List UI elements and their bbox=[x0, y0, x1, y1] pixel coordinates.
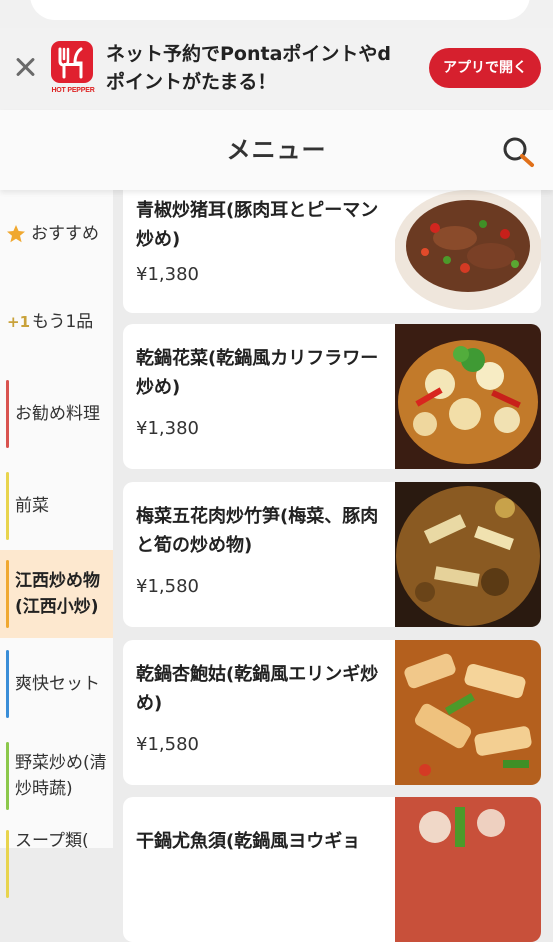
menu-item-card[interactable]: 梅菜五花肉炒竹笋(梅菜、豚肉と筍の炒め物) ¥1,580 bbox=[123, 482, 541, 627]
sidebar-item-jiangxi-stirfry[interactable]: 江西炒め物(江西小炒) bbox=[0, 550, 113, 638]
search-icon[interactable] bbox=[500, 134, 536, 170]
sidebar-item-label: スープ類( bbox=[15, 831, 89, 851]
sidebar-item-label: おすすめ bbox=[31, 224, 99, 244]
top-strip bbox=[0, 0, 553, 28]
sidebar-item-soup[interactable]: スープ類( bbox=[0, 820, 113, 908]
menu-item-name: 干鍋尤魚須(乾鍋風ヨウギョ bbox=[136, 831, 361, 852]
sidebar-item-label: 爽快セット bbox=[15, 674, 100, 694]
sidebar-item-vegetables[interactable]: 野菜炒め(清炒時蔬) bbox=[0, 732, 113, 820]
menu-item-name: 乾鍋杏鮑姑(乾鍋風エリンギ炒め) bbox=[136, 664, 379, 714]
app-banner: HOT PEPPER ネット予約でPontaポイントやdポイントがたまる！ アプ… bbox=[0, 28, 553, 110]
menu-item-name: 梅菜五花肉炒竹笋(梅菜、豚肉と筍の炒め物) bbox=[136, 506, 379, 556]
star-icon bbox=[7, 225, 25, 243]
menu-item-price: ¥1,580 bbox=[136, 576, 199, 597]
sidebar-item-recommended-dishes[interactable]: お勧め料理 bbox=[0, 370, 113, 458]
sidebar-item-appetizer[interactable]: 前菜 bbox=[0, 462, 113, 550]
page-title: メニュー bbox=[226, 136, 327, 164]
logo-text: HOT PEPPER bbox=[51, 87, 95, 94]
category-accent-bar bbox=[6, 560, 9, 628]
top-pill bbox=[30, 0, 530, 20]
menu-item-name: 青椒炒猪耳(豚肉耳とピーマン炒め) bbox=[136, 200, 379, 250]
menu-item-card[interactable]: 乾鍋杏鮑姑(乾鍋風エリンギ炒め) ¥1,580 bbox=[123, 640, 541, 785]
sidebar-item-recommend[interactable]: おすすめ bbox=[0, 190, 113, 278]
dish-photo bbox=[395, 482, 541, 627]
page-header: メニュー bbox=[0, 110, 553, 190]
open-app-button[interactable]: アプリで開く bbox=[429, 48, 541, 88]
category-accent-bar bbox=[6, 742, 9, 810]
sidebar-item-one-more[interactable]: +1 もう1品 bbox=[0, 278, 113, 366]
sidebar-item-label: 野菜炒め(清炒時蔬) bbox=[15, 753, 107, 799]
dish-photo bbox=[395, 324, 541, 469]
hot-pepper-logo: HOT PEPPER bbox=[49, 41, 95, 98]
menu-item-card[interactable]: 干鍋尤魚須(乾鍋風ヨウギョ bbox=[123, 797, 541, 942]
dish-photo bbox=[395, 640, 541, 785]
menu-item-price: ¥1,380 bbox=[136, 264, 199, 285]
menu-item-card[interactable]: 乾鍋花菜(乾鍋風カリフラワー炒め) ¥1,380 bbox=[123, 324, 541, 469]
sidebar-item-label: 前菜 bbox=[15, 496, 49, 516]
sidebar-item-label: もう1品 bbox=[32, 312, 94, 332]
sidebar-item-label: 江西炒め物(江西小炒) bbox=[15, 571, 100, 617]
plus-one-icon: +1 bbox=[7, 313, 31, 331]
category-sidebar: おすすめ +1 もう1品 お勧め料理 前菜 江西炒め物(江西小炒) 爽快セット … bbox=[0, 190, 113, 898]
menu-item-price: ¥1,580 bbox=[136, 734, 199, 755]
sidebar-item-refresh-set[interactable]: 爽快セット bbox=[0, 640, 113, 728]
menu-item-name: 乾鍋花菜(乾鍋風カリフラワー炒め) bbox=[136, 348, 379, 398]
sidebar-item-label: お勧め料理 bbox=[15, 404, 100, 424]
close-icon[interactable] bbox=[12, 54, 38, 80]
category-accent-bar bbox=[6, 472, 9, 540]
menu-item-price: ¥1,380 bbox=[136, 418, 199, 439]
category-accent-bar bbox=[6, 650, 9, 718]
banner-message: ネット予約でPontaポイントやdポイントがたまる！ bbox=[106, 43, 392, 93]
category-accent-bar bbox=[6, 830, 9, 898]
category-accent-bar bbox=[6, 380, 9, 448]
dish-photo bbox=[395, 797, 541, 942]
